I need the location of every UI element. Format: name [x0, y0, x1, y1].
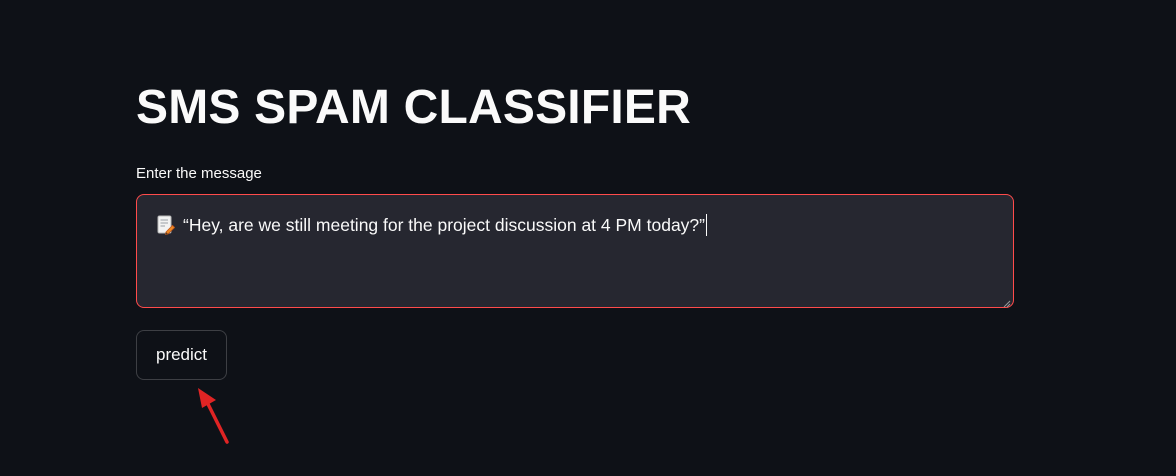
predict-button[interactable]: predict	[136, 330, 227, 380]
message-text: “Hey, are we still meeting for the proje…	[183, 215, 705, 235]
memo-icon	[157, 215, 176, 236]
message-text-content[interactable]: “Hey, are we still meeting for the proje…	[157, 213, 707, 237]
page-title: SMS SPAM CLASSIFIER	[136, 81, 691, 134]
message-textarea[interactable]: “Hey, are we still meeting for the proje…	[136, 194, 1014, 308]
red-arrow-icon	[192, 384, 236, 446]
app-page: SMS SPAM CLASSIFIER Enter the message “H…	[0, 0, 1176, 476]
text-caret	[705, 214, 707, 236]
message-input-label: Enter the message	[136, 165, 262, 182]
resize-handle-icon[interactable]	[1001, 295, 1011, 308]
